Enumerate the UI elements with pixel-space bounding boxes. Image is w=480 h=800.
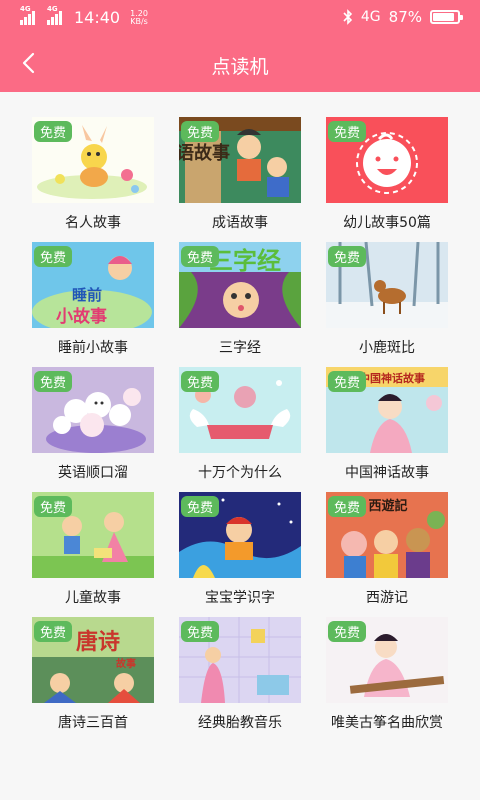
speed-unit: KB/s xyxy=(130,16,148,26)
thumb-text-sanzijing: 三字经 xyxy=(209,247,281,275)
free-badge: 免费 xyxy=(181,496,220,517)
story-thumbnail: 三字经 免费 xyxy=(179,242,301,328)
story-thumbnail: 免费 xyxy=(326,617,448,703)
story-title: 宝宝学识字 xyxy=(205,590,275,606)
story-item-mingren[interactable]: 免费 名人故事 xyxy=(32,117,154,235)
free-badge: 免费 xyxy=(328,121,367,142)
clock: 14:40 xyxy=(74,8,121,27)
story-thumbnail: 唐诗 故事 免费 xyxy=(32,617,154,703)
free-badge: 免费 xyxy=(328,496,367,517)
story-title: 中国神话故事 xyxy=(345,465,429,481)
story-title: 睡前小故事 xyxy=(58,340,128,356)
free-badge: 免费 xyxy=(181,121,220,142)
story-thumbnail: 免费 xyxy=(326,242,448,328)
story-title: 成语故事 xyxy=(212,215,268,231)
story-thumbnail: 免费 xyxy=(32,492,154,578)
story-title: 名人故事 xyxy=(65,215,121,231)
thumb-text-shenhua: 中国神话故事 xyxy=(359,371,425,385)
back-arrow-icon[interactable] xyxy=(14,48,44,78)
free-badge: 免费 xyxy=(34,121,73,142)
network-speed: 1.20 KB/s xyxy=(130,9,148,26)
story-title: 经典胎教音乐 xyxy=(198,715,282,731)
story-item-guzheng[interactable]: 免费 唯美古筝名曲欣赏 xyxy=(326,617,448,735)
thumb-text-tangshi: 唐诗 xyxy=(76,629,120,655)
story-item-sanzijing[interactable]: 三字经 免费 三字经 xyxy=(179,242,301,360)
story-item-chengyu[interactable]: 语故事 免费 成语故事 xyxy=(179,117,301,235)
network-type-2: 4G xyxy=(47,4,58,13)
free-badge: 免费 xyxy=(181,246,220,267)
story-thumbnail: 中国神话故事 免费 xyxy=(326,367,448,453)
story-thumbnail: 免费 xyxy=(179,492,301,578)
thumb-text-shuiqian-1: 睡前 xyxy=(72,286,102,304)
battery-percent: 87% xyxy=(388,8,422,26)
free-badge: 免费 xyxy=(34,621,73,642)
story-thumbnail: 免费 xyxy=(32,367,154,453)
story-thumbnail: 语故事 免费 xyxy=(179,117,301,203)
story-title: 幼儿故事50篇 xyxy=(343,215,431,231)
battery-icon xyxy=(430,10,463,24)
story-title: 小鹿斑比 xyxy=(359,340,415,356)
story-thumbnail: 免费 xyxy=(179,617,301,703)
story-item-xiyouji[interactable]: 西遊記 免费 西游记 xyxy=(326,492,448,610)
free-badge: 免费 xyxy=(181,371,220,392)
story-item-shenhua[interactable]: 中国神话故事 免费 中国神话故事 xyxy=(326,367,448,485)
story-title: 儿童故事 xyxy=(65,590,121,606)
story-title: 西游记 xyxy=(366,590,408,606)
thumb-text-xiyou: 西遊記 xyxy=(368,498,407,514)
free-badge: 免费 xyxy=(181,621,220,642)
story-title: 三字经 xyxy=(219,340,261,356)
free-badge: 免费 xyxy=(34,246,73,267)
story-thumbnail: 免费 xyxy=(32,117,154,203)
story-item-baobao[interactable]: 免费 宝宝学识字 xyxy=(179,492,301,610)
signal-icon-2: 4G xyxy=(47,5,62,25)
free-badge: 免费 xyxy=(328,246,367,267)
thumb-text-chengyu: 语故事 xyxy=(179,142,230,164)
network-type-right: 4G xyxy=(360,9,381,25)
story-thumbnail: 睡前 小故事 免费 xyxy=(32,242,154,328)
story-item-youer[interactable]: 免费 幼儿故事50篇 xyxy=(326,117,448,235)
page-title: 点读机 xyxy=(211,56,269,78)
thumb-text-shuiqian-2: 小故事 xyxy=(56,306,107,327)
signal-icon: 4G xyxy=(20,5,35,25)
story-grid: 免费 名人故事 语故事 免费 成语故事 免费 幼儿故事50篇 睡前 小故事 免费… xyxy=(0,92,480,800)
network-type: 4G xyxy=(20,4,31,13)
free-badge: 免费 xyxy=(328,621,367,642)
story-item-tangshi[interactable]: 唐诗 故事 免费 唐诗三百首 xyxy=(32,617,154,735)
free-badge: 免费 xyxy=(328,371,367,392)
story-thumbnail: 免费 xyxy=(179,367,301,453)
story-item-xiaolu[interactable]: 免费 小鹿斑比 xyxy=(326,242,448,360)
story-item-taijiao[interactable]: 免费 经典胎教音乐 xyxy=(179,617,301,735)
story-title: 唐诗三百首 xyxy=(58,715,128,731)
status-bar: 4G 4G 14:40 1.20 KB/s 4G 87% xyxy=(0,0,480,36)
story-title: 十万个为什么 xyxy=(198,465,282,481)
story-thumbnail: 西遊記 免费 xyxy=(326,492,448,578)
free-badge: 免费 xyxy=(34,496,73,517)
story-item-ertong[interactable]: 免费 儿童故事 xyxy=(32,492,154,610)
app-header: 4G 4G 14:40 1.20 KB/s 4G 87% 点读机 xyxy=(0,0,480,92)
story-item-shuiqian[interactable]: 睡前 小故事 免费 睡前小故事 xyxy=(32,242,154,360)
free-badge: 免费 xyxy=(34,371,73,392)
story-title: 英语顺口溜 xyxy=(58,465,128,481)
thumb-text-tangshi-sub: 故事 xyxy=(116,657,136,670)
bluetooth-icon xyxy=(343,9,353,25)
story-thumbnail: 免费 xyxy=(326,117,448,203)
story-item-shiwange[interactable]: 免费 十万个为什么 xyxy=(179,367,301,485)
story-title: 唯美古筝名曲欣赏 xyxy=(331,715,443,731)
story-item-yingyu[interactable]: 免费 英语顺口溜 xyxy=(32,367,154,485)
